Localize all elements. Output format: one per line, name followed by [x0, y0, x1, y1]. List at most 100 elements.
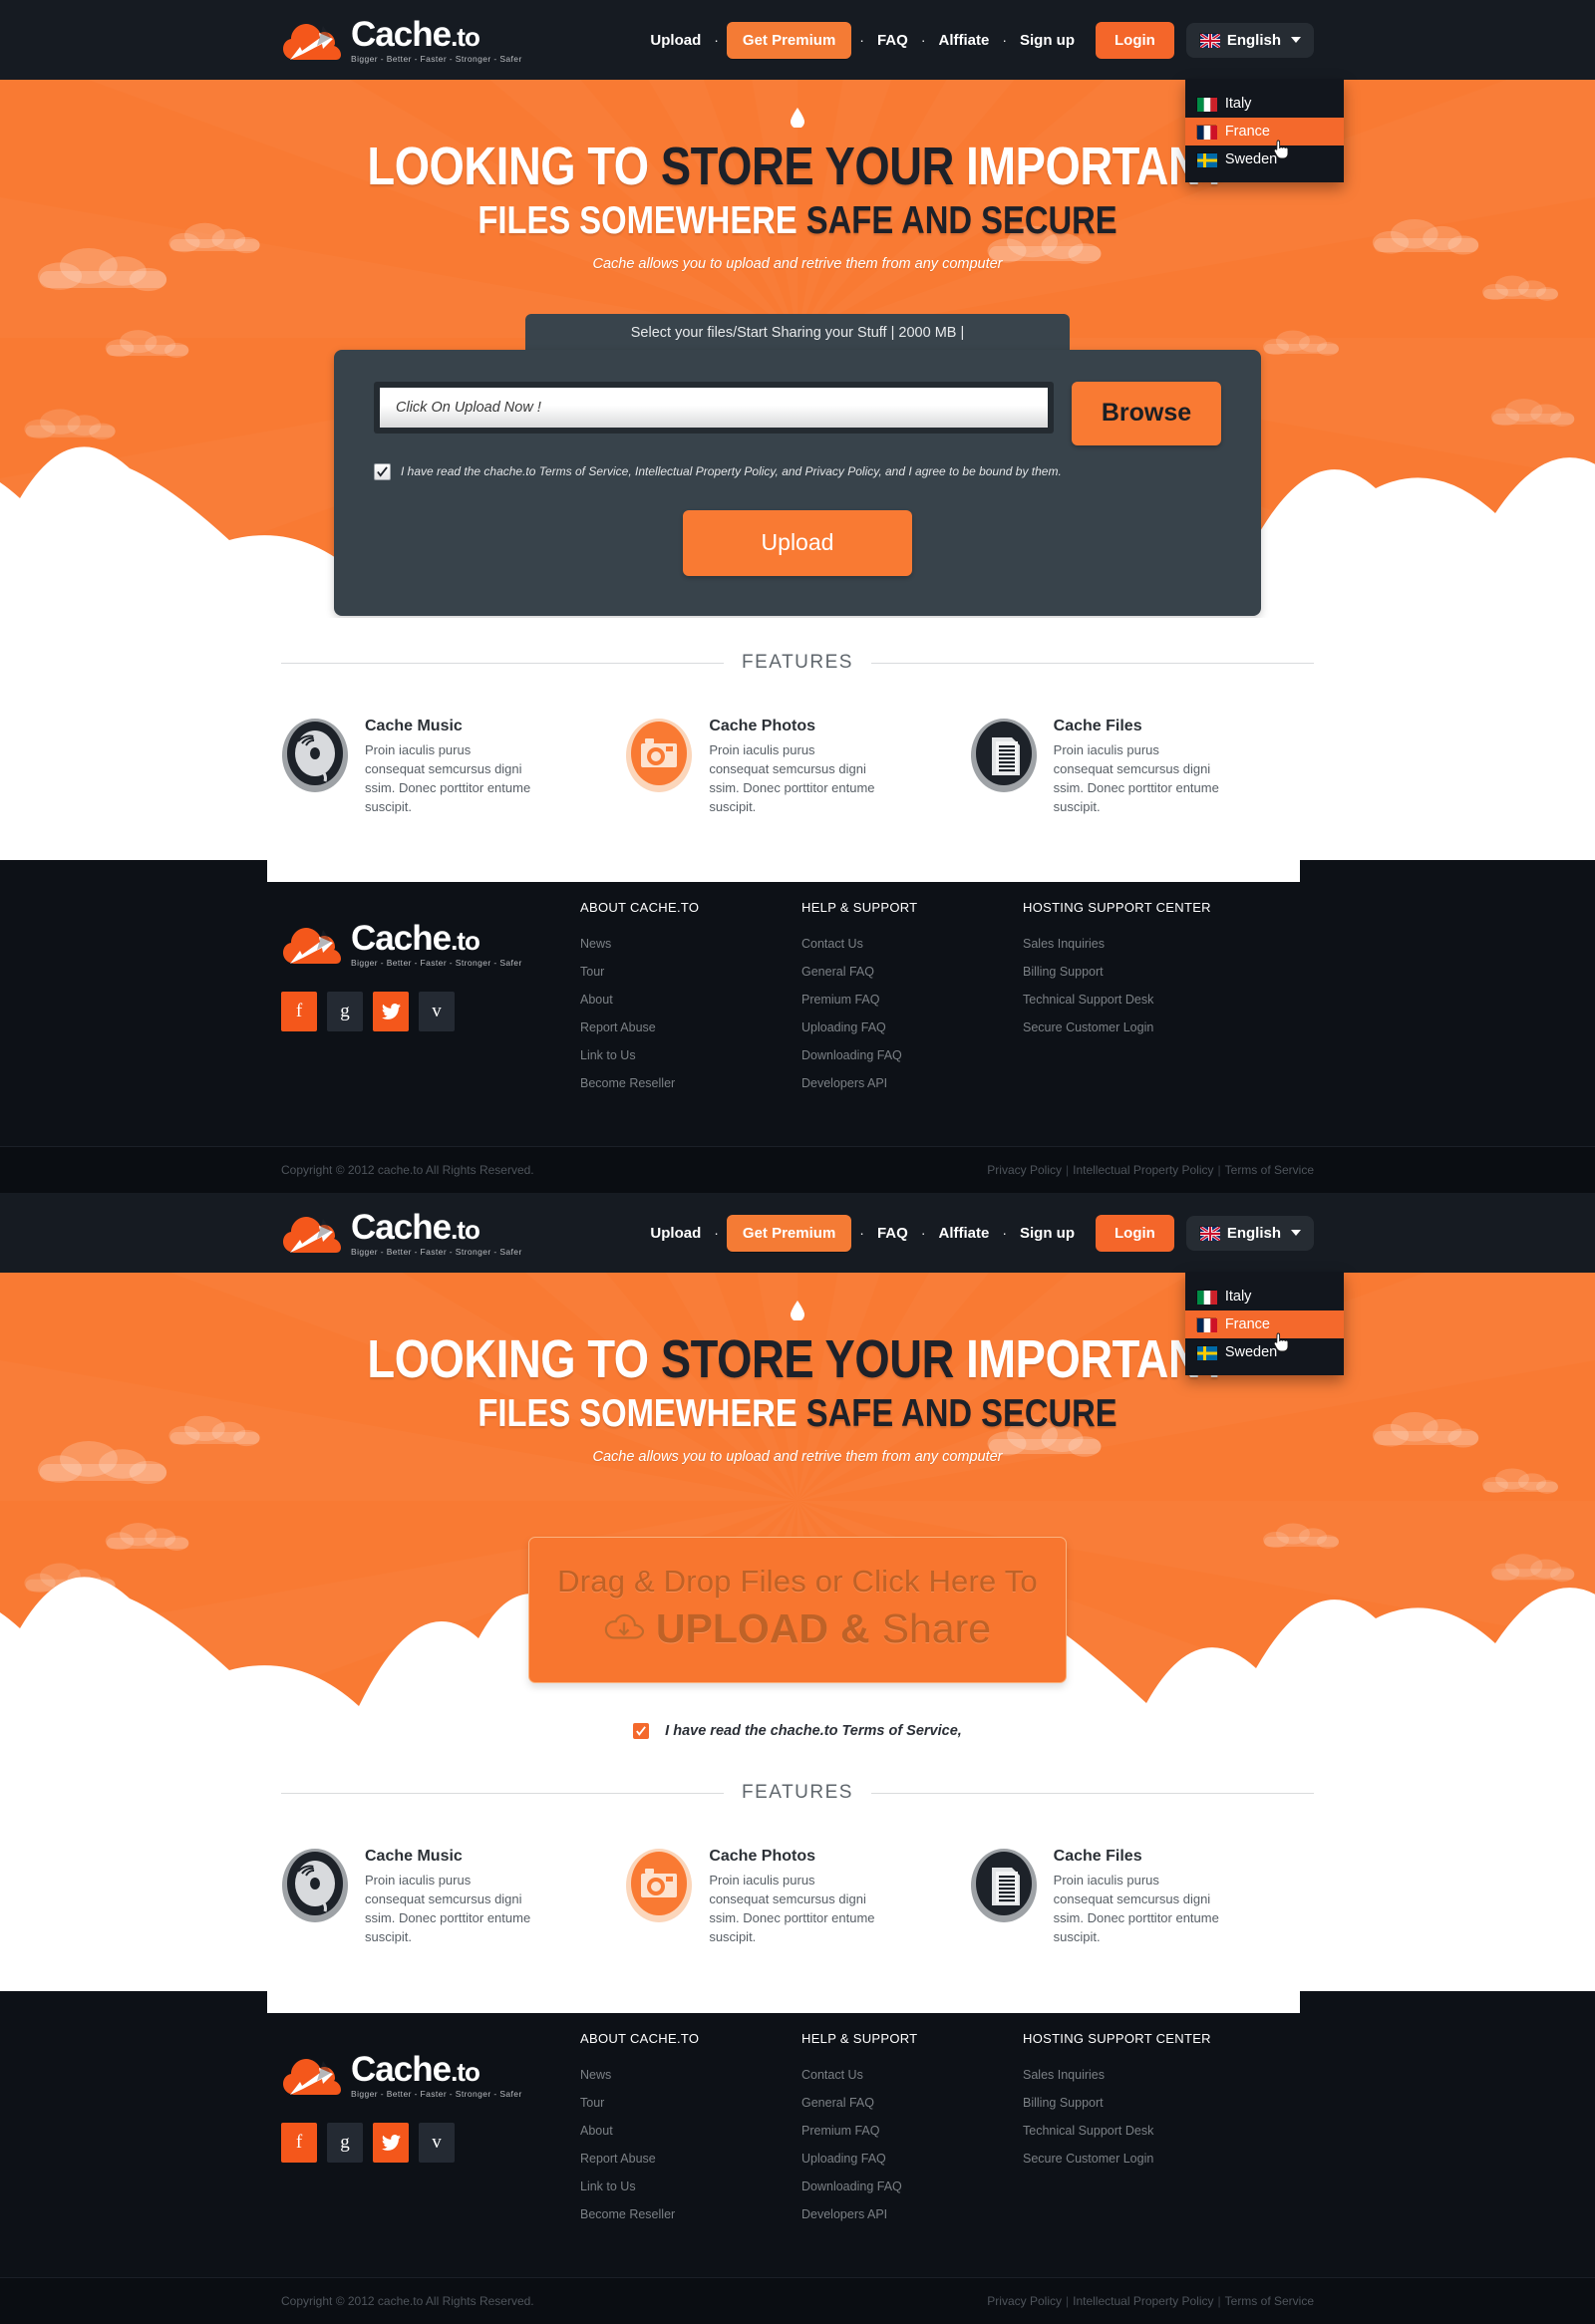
footer-link[interactable]: Developers API: [801, 1076, 1023, 1090]
footer-link[interactable]: Premium FAQ: [801, 2124, 1023, 2138]
footer-column-title: ABOUT CACHE.TO: [580, 2030, 700, 2046]
nav-item-upload[interactable]: Upload: [639, 1225, 712, 1242]
drag-drop-upload-zone[interactable]: Drag & Drop Files or Click Here To UPLOA…: [528, 1537, 1067, 1684]
footer-link[interactable]: Secure Customer Login: [1023, 1020, 1282, 1034]
terms-checkbox[interactable]: [633, 1723, 650, 1740]
footer-logo[interactable]: Cache.to Bigger - Better - Faster - Stro…: [281, 2051, 580, 2099]
footer-link[interactable]: About: [580, 2124, 801, 2138]
footer-link[interactable]: Link to Us: [580, 2179, 801, 2193]
legal-link-privacy[interactable]: Privacy Policy: [987, 1163, 1062, 1177]
legal-links: Privacy Policy | Intellectual Property Pol…: [987, 2294, 1314, 2308]
twitter-icon[interactable]: [373, 2122, 409, 2163]
footer-link[interactable]: Technical Support Desk: [1023, 2124, 1282, 2138]
nav-item-affiliate[interactable]: Alffiate: [927, 32, 1000, 49]
site-logo[interactable]: Cache.to Bigger - Better - Faster - Stro…: [281, 1209, 522, 1257]
footer-link[interactable]: General FAQ: [801, 965, 1023, 979]
feature-card-music: Cache Music Proin iaculis purus consequa…: [281, 1848, 625, 1946]
drag-terms-row: I have read the chache.to Terms of Servi…: [0, 1723, 1595, 1740]
nav-item-get-premium[interactable]: Get Premium: [726, 21, 852, 59]
footer-link[interactable]: Sales Inquiries: [1023, 2068, 1282, 2082]
legal-separator: |: [1065, 1163, 1070, 1178]
facebook-icon[interactable]: f: [281, 992, 317, 1032]
file-path-input[interactable]: [380, 387, 1048, 428]
feature-description: Proin iaculis purus consequat semcursus …: [365, 1873, 531, 1944]
footer-link[interactable]: Sales Inquiries: [1023, 937, 1282, 951]
vimeo-icon[interactable]: v: [419, 2122, 455, 2163]
nav-item-sign-up[interactable]: Sign up: [1009, 1225, 1086, 1242]
headline-word: SAFE AND SECURE: [805, 199, 1117, 242]
footer-link[interactable]: News: [580, 937, 801, 951]
feature-description: Proin iaculis purus consequat semcursus …: [1053, 742, 1219, 814]
legal-link-ip[interactable]: Intellectual Property Policy: [1073, 1163, 1213, 1177]
terms-checkbox[interactable]: [374, 462, 391, 480]
features-heading-text: FEATURES: [742, 1782, 853, 1804]
camera-icon: [625, 718, 693, 793]
legal-link-ip[interactable]: Intellectual Property Policy: [1073, 2294, 1213, 2308]
footer-column-hosting: HOSTING SUPPORT CENTER Sales Inquiries B…: [1023, 2027, 1282, 2235]
site-logo[interactable]: Cache.to Bigger - Better - Faster - Stro…: [281, 16, 522, 64]
twitter-icon[interactable]: [373, 992, 409, 1032]
footer-link[interactable]: Billing Support: [1023, 2096, 1282, 2110]
nav-item-faq[interactable]: FAQ: [866, 32, 919, 49]
language-dropdown-button[interactable]: English: [1185, 22, 1314, 58]
footer-link[interactable]: Secure Customer Login: [1023, 2152, 1282, 2166]
footer-link[interactable]: Tour: [580, 965, 801, 979]
legal-links: Privacy Policy | Intellectual Property Pol…: [987, 1163, 1314, 1177]
vimeo-icon[interactable]: v: [419, 992, 455, 1032]
footer-link[interactable]: Link to Us: [580, 1048, 801, 1062]
language-selector: English Italy France Sweden: [1184, 1215, 1344, 1375]
language-option-france[interactable]: France: [1184, 1309, 1344, 1338]
language-option-sweden[interactable]: Sweden: [1185, 145, 1344, 173]
footer-link[interactable]: Billing Support: [1023, 965, 1282, 979]
language-option-sweden[interactable]: Sweden: [1185, 1338, 1344, 1366]
google-plus-icon[interactable]: g: [327, 992, 363, 1032]
footer-link[interactable]: Technical Support Desk: [1023, 993, 1282, 1007]
footer-link[interactable]: Uploading FAQ: [801, 2152, 1023, 2166]
footer-link[interactable]: Report Abuse: [580, 2152, 801, 2166]
footer-link[interactable]: Contact Us: [801, 937, 1023, 951]
feature-card-files: Cache Files Proin iaculis purus consequa…: [970, 718, 1314, 816]
file-input-wrapper: [374, 381, 1054, 434]
nav-item-upload[interactable]: Upload: [639, 32, 712, 49]
nav-item-get-premium[interactable]: Get Premium: [726, 1214, 852, 1252]
footer-link[interactable]: Developers API: [801, 2207, 1023, 2221]
nav-item-affiliate[interactable]: Alffiate: [927, 1225, 1000, 1242]
nav-item-sign-up[interactable]: Sign up: [1009, 32, 1086, 49]
footer-logo[interactable]: Cache.to Bigger - Better - Faster - Stro…: [281, 920, 580, 968]
footer-link[interactable]: Premium FAQ: [801, 993, 1023, 1007]
legal-link-tos[interactable]: Terms of Service: [1225, 2294, 1314, 2308]
upload-panel: Browse I have read the chache.to Terms o…: [334, 349, 1261, 616]
language-option-france[interactable]: France: [1184, 117, 1344, 145]
main-nav: Upload · Get Premium · FAQ · Alffiate · …: [639, 21, 1344, 182]
language-option-italy[interactable]: Italy: [1185, 1283, 1344, 1310]
upload-button[interactable]: Upload: [683, 509, 912, 576]
nav-item-login[interactable]: Login: [1096, 21, 1174, 59]
footer-link[interactable]: Downloading FAQ: [801, 2179, 1023, 2193]
footer-link[interactable]: Contact Us: [801, 2068, 1023, 2082]
language-dropdown-button[interactable]: English: [1185, 1215, 1314, 1251]
footer-link[interactable]: Become Reseller: [580, 2207, 801, 2221]
flag-fr-icon: [1195, 124, 1217, 140]
footer-link[interactable]: Report Abuse: [580, 1020, 801, 1034]
cache-to-landing-page: Cache.to Bigger - Better - Faster - Stro…: [0, 0, 1595, 2324]
legal-link-tos[interactable]: Terms of Service: [1225, 1163, 1314, 1177]
legal-link-privacy[interactable]: Privacy Policy: [987, 2294, 1062, 2308]
footer-link[interactable]: Tour: [580, 2096, 801, 2110]
language-current-label: English: [1226, 1224, 1281, 1242]
nav-item-faq[interactable]: FAQ: [866, 1225, 919, 1242]
footer-link[interactable]: News: [580, 2068, 801, 2082]
language-option-italy[interactable]: Italy: [1185, 90, 1344, 118]
nav-item-login[interactable]: Login: [1096, 1214, 1174, 1252]
nav-separator: ·: [1002, 32, 1007, 48]
footer-link[interactable]: Uploading FAQ: [801, 1020, 1023, 1034]
footer-link[interactable]: General FAQ: [801, 2096, 1023, 2110]
copyright-text: Copyright © 2012 cache.to All Rights Res…: [281, 1163, 534, 1178]
footer-link[interactable]: About: [580, 993, 801, 1007]
browse-button[interactable]: Browse: [1072, 381, 1221, 445]
logo-wordmark: Cache.to: [351, 14, 480, 54]
footer-link[interactable]: Become Reseller: [580, 1076, 801, 1090]
facebook-icon[interactable]: f: [281, 2122, 317, 2163]
footer-link[interactable]: Downloading FAQ: [801, 1048, 1023, 1062]
google-plus-icon[interactable]: g: [327, 2122, 363, 2163]
logo-wordmark: Cache.to: [351, 919, 480, 959]
